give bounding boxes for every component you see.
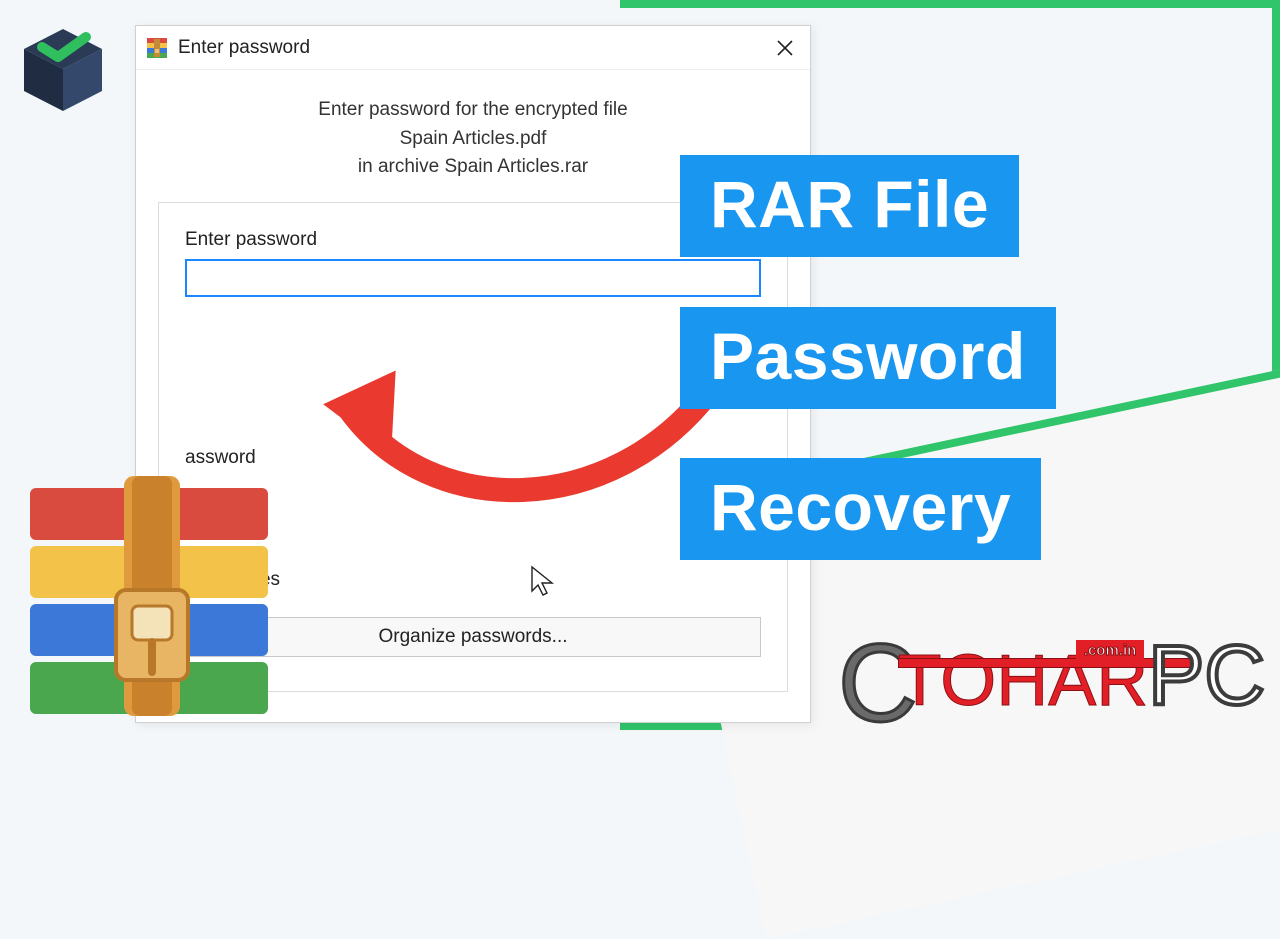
overlay-tag-recovery: Recovery [680, 458, 1041, 560]
close-icon [776, 39, 794, 57]
prompt-line: Spain Articles.pdf [156, 125, 790, 154]
dialog-title: Enter password [178, 37, 310, 59]
titlebar[interactable]: Enter password [136, 26, 810, 70]
prompt-line: Enter password for the encrypted file [156, 96, 790, 125]
show-password-checkbox-row[interactable]: assword [185, 447, 761, 469]
close-button[interactable] [760, 26, 810, 70]
password-label: Enter password [185, 229, 761, 251]
brand-logo: C .com.in TOHAR PC [838, 625, 1265, 722]
overlay-tag-rar-file: RAR File [680, 155, 1019, 257]
brand-comin: .com.in [1076, 640, 1145, 661]
cube-check-logo-icon [18, 25, 108, 120]
checkbox-label-partial: assword [185, 447, 256, 469]
overlay-tag-password: Password [680, 307, 1056, 409]
brand-pc: PC [1148, 627, 1265, 724]
winrar-large-icon [20, 470, 278, 733]
brand-tohar: .com.in TOHAR [898, 640, 1149, 722]
winrar-small-icon [146, 37, 168, 59]
password-input[interactable] [185, 259, 761, 297]
